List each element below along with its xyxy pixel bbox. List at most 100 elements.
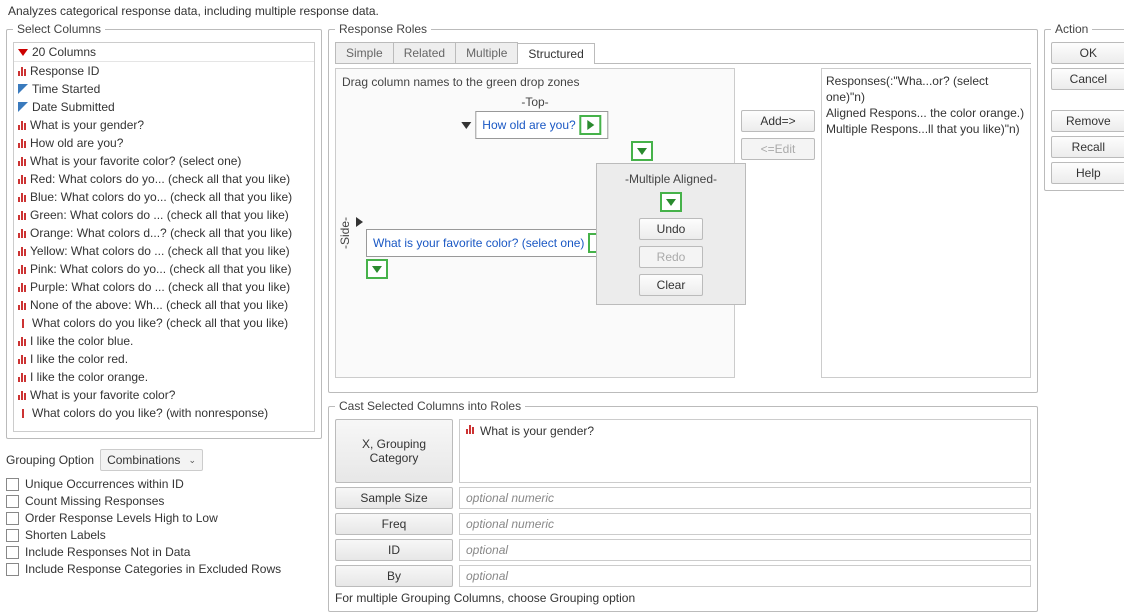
- role-dropzone[interactable]: What is your gender?: [459, 419, 1031, 483]
- column-item-label: Pink: What colors do yo... (check all th…: [30, 261, 291, 277]
- checkbox-label: Order Response Levels High to Low: [25, 511, 218, 525]
- ok-button[interactable]: OK: [1051, 42, 1124, 64]
- tab-multiple[interactable]: Multiple: [455, 42, 518, 63]
- role-button[interactable]: By: [335, 565, 453, 587]
- column-item-label: Blue: What colors do yo... (check all th…: [30, 189, 292, 205]
- histogram-icon: [18, 390, 26, 400]
- role-button[interactable]: Freq: [335, 513, 453, 535]
- structured-drop-area[interactable]: Drag column names to the green drop zone…: [335, 68, 735, 378]
- column-item[interactable]: I like the color orange.: [14, 368, 314, 386]
- grouping-check-row[interactable]: Count Missing Responses: [6, 494, 322, 508]
- select-columns-title: Select Columns: [13, 22, 105, 36]
- column-item[interactable]: Red: What colors do yo... (check all tha…: [14, 170, 314, 188]
- remove-button[interactable]: Remove: [1051, 110, 1124, 132]
- column-item-label: What colors do you like? (with nonrespon…: [32, 405, 268, 421]
- column-item[interactable]: What is your favorite color?: [14, 386, 314, 404]
- histogram-icon: [18, 138, 26, 148]
- column-item[interactable]: What colors do you like? (with nonrespon…: [14, 404, 314, 422]
- column-item-label: Yellow: What colors do ... (check all th…: [30, 243, 290, 259]
- top-drop-box[interactable]: How old are you?: [475, 111, 608, 139]
- column-item-label: What colors do you like? (check all that…: [32, 315, 288, 331]
- column-count-header[interactable]: 20 Columns: [14, 43, 314, 62]
- column-item[interactable]: Purple: What colors do ... (check all th…: [14, 278, 314, 296]
- add-button[interactable]: Add=>: [741, 110, 815, 132]
- triangle-right-icon: [356, 217, 363, 227]
- histogram-icon: [18, 282, 26, 292]
- column-item[interactable]: How old are you?: [14, 134, 314, 152]
- column-item[interactable]: Green: What colors do ... (check all tha…: [14, 206, 314, 224]
- grouping-option-label: Grouping Option: [6, 453, 94, 467]
- undo-button[interactable]: Undo: [639, 218, 703, 240]
- column-item-label: Green: What colors do ... (check all tha…: [30, 207, 289, 223]
- column-item-label: Orange: What colors d...? (check all tha…: [30, 225, 292, 241]
- top-below-green-icon[interactable]: [631, 141, 653, 161]
- histogram-icon: [18, 336, 26, 346]
- clear-button[interactable]: Clear: [639, 274, 703, 296]
- disclosure-triangle-icon[interactable]: [18, 49, 28, 56]
- column-item[interactable]: Response ID: [14, 62, 314, 80]
- column-item-label: I like the color red.: [30, 351, 128, 367]
- role-dropzone[interactable]: optional: [459, 565, 1031, 587]
- checkbox-icon[interactable]: [6, 563, 19, 576]
- tab-structured[interactable]: Structured: [517, 43, 594, 64]
- column-item[interactable]: What is your gender?: [14, 116, 314, 134]
- column-item[interactable]: Orange: What colors d...? (check all tha…: [14, 224, 314, 242]
- checkbox-icon[interactable]: [6, 546, 19, 559]
- tab-related[interactable]: Related: [393, 42, 456, 63]
- histogram-icon: [18, 300, 26, 310]
- response-definitions-list[interactable]: Responses(:"Wha...or? (select one)"n)Ali…: [821, 68, 1031, 378]
- role-dropzone[interactable]: optional numeric: [459, 513, 1031, 535]
- multiple-aligned-green-icon[interactable]: [660, 192, 682, 212]
- column-item-label: Response ID: [30, 63, 99, 79]
- grouping-combo[interactable]: Combinations ⌄: [100, 449, 203, 471]
- column-item[interactable]: I like the color red.: [14, 350, 314, 368]
- grouping-check-row[interactable]: Unique Occurrences within ID: [6, 477, 322, 491]
- column-item[interactable]: Time Started: [14, 80, 314, 98]
- multiple-aligned-label: -Multiple Aligned-: [625, 172, 717, 186]
- grouping-check-row[interactable]: Order Response Levels High to Low: [6, 511, 322, 525]
- response-def-item[interactable]: Multiple Respons...ll that you like)"n): [826, 121, 1026, 137]
- ordinal-icon: [18, 102, 28, 112]
- column-list[interactable]: 20 Columns Response IDTime StartedDate S…: [13, 42, 315, 432]
- checkbox-icon[interactable]: [6, 495, 19, 508]
- role-button[interactable]: Sample Size: [335, 487, 453, 509]
- side-below-green-icon[interactable]: [366, 259, 388, 279]
- grouping-check-row[interactable]: Shorten Labels: [6, 528, 322, 542]
- cast-roles-title: Cast Selected Columns into Roles: [335, 399, 525, 413]
- response-def-item[interactable]: Aligned Respons... the color orange.): [826, 105, 1026, 121]
- checkbox-icon[interactable]: [6, 512, 19, 525]
- response-def-item[interactable]: Responses(:"Wha...or? (select one)"n): [826, 73, 1026, 105]
- action-group: Action OK Cancel Remove Recall Help: [1044, 22, 1124, 191]
- select-columns-group: Select Columns 20 Columns Response IDTim…: [6, 22, 322, 439]
- grouping-check-row[interactable]: Include Response Categories in Excluded …: [6, 562, 322, 576]
- column-item[interactable]: I like the color blue.: [14, 332, 314, 350]
- role-dropzone[interactable]: optional: [459, 539, 1031, 561]
- column-item[interactable]: Pink: What colors do yo... (check all th…: [14, 260, 314, 278]
- column-item[interactable]: None of the above: Wh... (check all that…: [14, 296, 314, 314]
- column-item-label: Purple: What colors do ... (check all th…: [30, 279, 290, 295]
- column-item[interactable]: What colors do you like? (check all that…: [14, 314, 314, 332]
- cancel-button[interactable]: Cancel: [1051, 68, 1124, 90]
- column-item[interactable]: What is your favorite color? (select one…: [14, 152, 314, 170]
- column-item[interactable]: Blue: What colors do yo... (check all th…: [14, 188, 314, 206]
- recall-button[interactable]: Recall: [1051, 136, 1124, 158]
- grouping-check-row[interactable]: Include Responses Not in Data: [6, 545, 322, 559]
- checkbox-label: Include Responses Not in Data: [25, 545, 190, 559]
- role-button[interactable]: ID: [335, 539, 453, 561]
- column-item[interactable]: Date Submitted: [14, 98, 314, 116]
- column-count-label: 20 Columns: [32, 45, 96, 59]
- side-drop-value: What is your favorite color? (select one…: [373, 236, 584, 250]
- histogram-icon: [18, 264, 26, 274]
- checkbox-icon[interactable]: [6, 529, 19, 542]
- column-item[interactable]: Yellow: What colors do ... (check all th…: [14, 242, 314, 260]
- tab-simple[interactable]: Simple: [335, 42, 394, 63]
- drop-hint-text: Drag column names to the green drop zone…: [340, 73, 730, 89]
- help-button[interactable]: Help: [1051, 162, 1124, 184]
- play-icon[interactable]: [580, 115, 602, 135]
- role-button[interactable]: X, Grouping Category: [335, 419, 453, 483]
- role-dropzone[interactable]: optional numeric: [459, 487, 1031, 509]
- column-item-label: What is your favorite color?: [30, 387, 175, 403]
- side-drop-box[interactable]: What is your favorite color? (select one…: [366, 229, 617, 257]
- histogram-icon: [18, 354, 26, 364]
- checkbox-icon[interactable]: [6, 478, 19, 491]
